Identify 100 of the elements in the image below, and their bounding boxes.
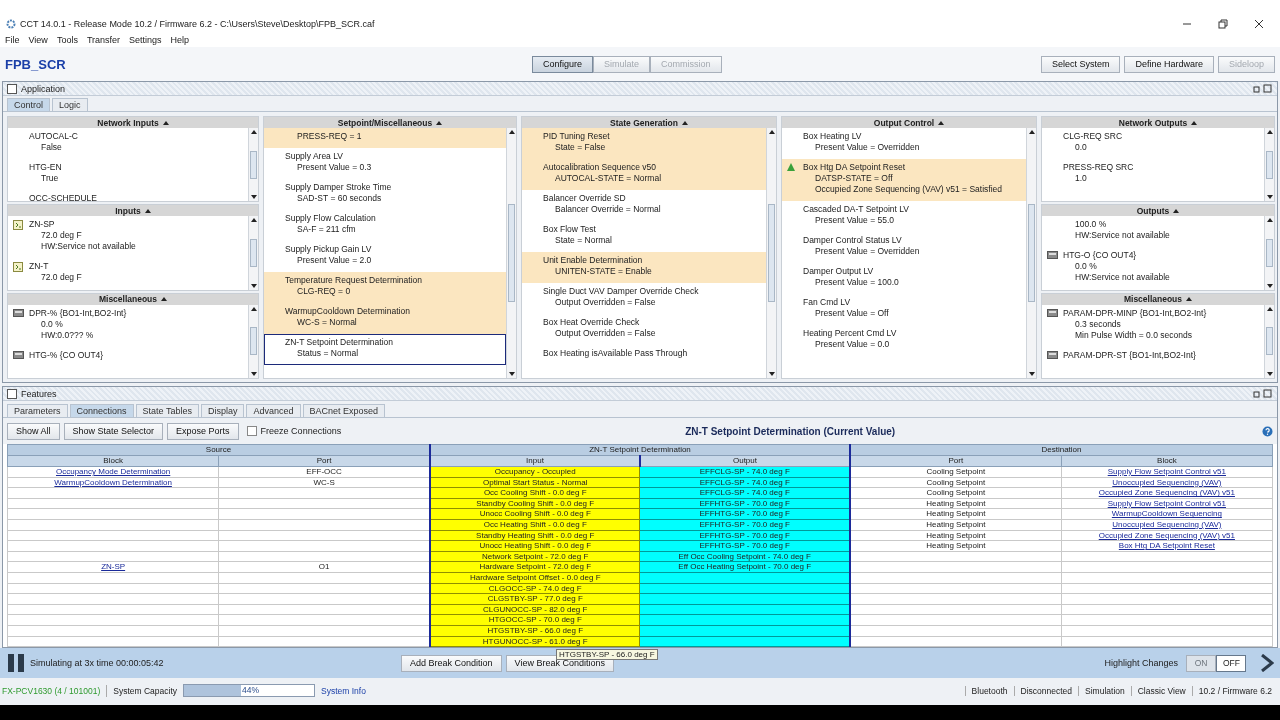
window-buttons-icon[interactable] [1253,389,1273,398]
tab[interactable]: Control [7,98,50,111]
column-header[interactable]: Miscellaneous [8,293,258,305]
list-item[interactable]: PRESS-REQ SRC 1.0 [1042,159,1264,190]
scrollbar[interactable] [1026,128,1036,378]
list-item[interactable]: 100.0 % HW:Service not available [1042,216,1264,248]
list-item[interactable]: WarmupCooldown Determination WC-S = Normal [264,303,506,334]
list-item[interactable]: Box Flow Test State = Normal [522,221,766,252]
menu-item[interactable]: File [5,34,20,45]
column-header[interactable]: Output Control [782,117,1036,128]
list-item[interactable]: Damper Control Status LV Present Value = Overridden [782,232,1026,263]
scrollbar[interactable] [1264,216,1274,290]
item-title: Temperature Request Determination [285,275,423,286]
list-item[interactable]: PID Tuning Reset State = False [522,128,766,159]
menu-item[interactable]: Help [170,34,190,45]
list-item[interactable]: Supply Flow Calculation SA-F = 211 cfm [264,210,506,241]
checkbox[interactable] [246,426,257,436]
scrollbar[interactable] [248,216,258,290]
toolbar-button[interactable]: Select System [1040,55,1121,73]
tab[interactable]: Logic [52,98,88,111]
toggle-button[interactable]: OFF [1216,654,1246,672]
column-header[interactable]: Output [640,455,850,467]
action-button[interactable]: Show All [7,422,60,440]
list-item[interactable]: HTG-EN True [8,159,248,190]
list-item[interactable]: OCC-SCHEDULE [8,190,248,202]
column-header[interactable]: Block [1061,455,1273,467]
tab[interactable]: Connections [69,404,134,417]
tab[interactable]: Advanced [246,404,301,417]
system-info-link[interactable]: System Info [321,685,366,696]
list-item[interactable]: Box Heating LV Present Value = Overridden [782,128,1026,159]
list-item[interactable]: CLG-REQ SRC 0.0 [1042,128,1264,159]
menu-item[interactable]: Transfer [86,34,121,45]
toolbar-button[interactable]: Define Hardware [1124,55,1214,73]
list-item[interactable]: Autocalibration Sequence v50 AUTOCAL-STATE = Normal [522,159,766,190]
column-header[interactable]: Port [849,455,1062,467]
list-item[interactable]: DPR-% {BO1-Int,BO2-Int} 0.0 % HW:0.0??? % [8,304,248,347]
list-item[interactable]: Box Heat Override Check Output Overridden = False [522,314,766,345]
tab[interactable]: BACnet Exposed [302,404,386,417]
scrollbar[interactable] [248,304,258,378]
chevron-right-icon[interactable] [1260,654,1274,672]
list-item[interactable]: Unit Enable Determination UNITEN-STATE = Enable [522,252,766,283]
close-icon[interactable] [1254,19,1264,29]
pause-icon[interactable] [6,653,26,673]
connections-heading: ZN-T Setpoint Determination (Current Value) [685,425,896,437]
column-header[interactable]: Network Inputs [8,117,258,128]
list-item[interactable]: Cascaded DA-T Setpoint LV Present Value = 55.0 [782,201,1026,232]
list-item[interactable]: AUTOCAL-C False [8,128,248,159]
scrollbar[interactable] [1264,128,1274,202]
list-item[interactable]: ZN-T 72.0 deg F [8,258,248,290]
action-button[interactable]: Expose Ports [167,422,239,440]
tab[interactable]: Display [200,404,245,417]
window-buttons-icon[interactable] [1253,84,1273,93]
column-header[interactable]: Outputs [1042,205,1274,217]
scrollbar[interactable] [248,128,258,202]
list-item[interactable]: Box Heating isAvailable Pass Through [522,345,766,365]
list-item[interactable]: Supply Area LV Present Value = 0.3 [264,148,506,179]
column-header[interactable]: Inputs [8,205,258,217]
menu-item[interactable]: View [28,34,48,45]
list-item[interactable]: Damper Output LV Present Value = 100.0 [782,263,1026,294]
list-item[interactable]: HTG-O {CO OUT4} 0.0 % HW:Service not available [1042,247,1264,290]
menu-item[interactable]: Settings [129,34,162,45]
scrollbar[interactable] [766,128,776,378]
block-link[interactable]: ZN-SP [101,562,126,572]
action-button[interactable]: Show State Selector [63,422,164,440]
panel-checkbox[interactable] [7,83,17,94]
table-cell: EFFCLG-SP - 74.0 deg F [640,487,850,499]
list-item[interactable]: Single Duct VAV Damper Override Check Output Overridden = False [522,283,766,314]
column-header[interactable]: Network Outputs [1042,117,1274,128]
list-item[interactable]: Box Htg DA Setpoint Reset DATSP-STATE = Off Occupied Zone Sequencing (VAV) v51 = Satisfied [782,159,1026,201]
list-item[interactable]: ZN-T Setpoint Determination Status = Normal [264,334,506,365]
list-item[interactable]: Supply Damper Stroke Time SAD-ST = 60 seconds [264,179,506,210]
scrollbar[interactable] [506,128,516,378]
tab[interactable]: State Tables [135,404,199,417]
item-value: Present Value = 2.0 [296,255,373,266]
restore-icon[interactable] [1218,19,1228,29]
table-cell: EFFCLG-SP - 74.0 deg F [640,466,850,478]
list-item[interactable]: PRESS-REQ = 1 [264,128,506,148]
mode-button[interactable]: Configure [532,55,594,73]
tab[interactable]: Parameters [7,404,68,417]
panel-checkbox[interactable] [7,388,17,399]
checkbox-label[interactable]: Freeze Connections [260,426,342,436]
list-item[interactable]: HTG-% {CO OUT4} [8,346,248,367]
column-header[interactable]: Input [430,455,640,467]
list-item[interactable]: Supply Pickup Gain LV Present Value = 2.0 [264,241,506,272]
scrollbar[interactable] [1264,304,1274,378]
list-item[interactable]: PARAM-DPR-MINP {BO1-Int,BO2-Int} 0.3 seconds Min Pulse Width = 0.0 seconds [1042,304,1264,347]
list-item[interactable]: Fan Cmd LV Present Value = Off [782,294,1026,325]
list-item[interactable]: Heating Percent Cmd LV Present Value = 0.0 [782,325,1026,356]
help-icon[interactable] [1262,425,1273,437]
column-header[interactable]: State Generation [522,117,776,128]
action-button[interactable]: Add Break Condition [401,654,502,672]
column-header[interactable]: Port [218,455,430,467]
list-item[interactable]: PARAM-DPR-ST {BO1-Int,BO2-Int} [1042,346,1264,367]
list-item[interactable]: ZN-SP 72.0 deg F HW:Service not available [8,216,248,259]
column-header[interactable]: Setpoint/Miscellaneous [264,117,516,128]
list-item[interactable]: Temperature Request Determination CLG-REQ = 0 [264,272,506,303]
column-header[interactable]: Miscellaneous [1042,293,1274,305]
menu-item[interactable]: Tools [56,34,78,45]
column-header[interactable]: Block [7,455,219,467]
list-item[interactable]: Balancer Override SD Balancer Override = Normal [522,190,766,221]
